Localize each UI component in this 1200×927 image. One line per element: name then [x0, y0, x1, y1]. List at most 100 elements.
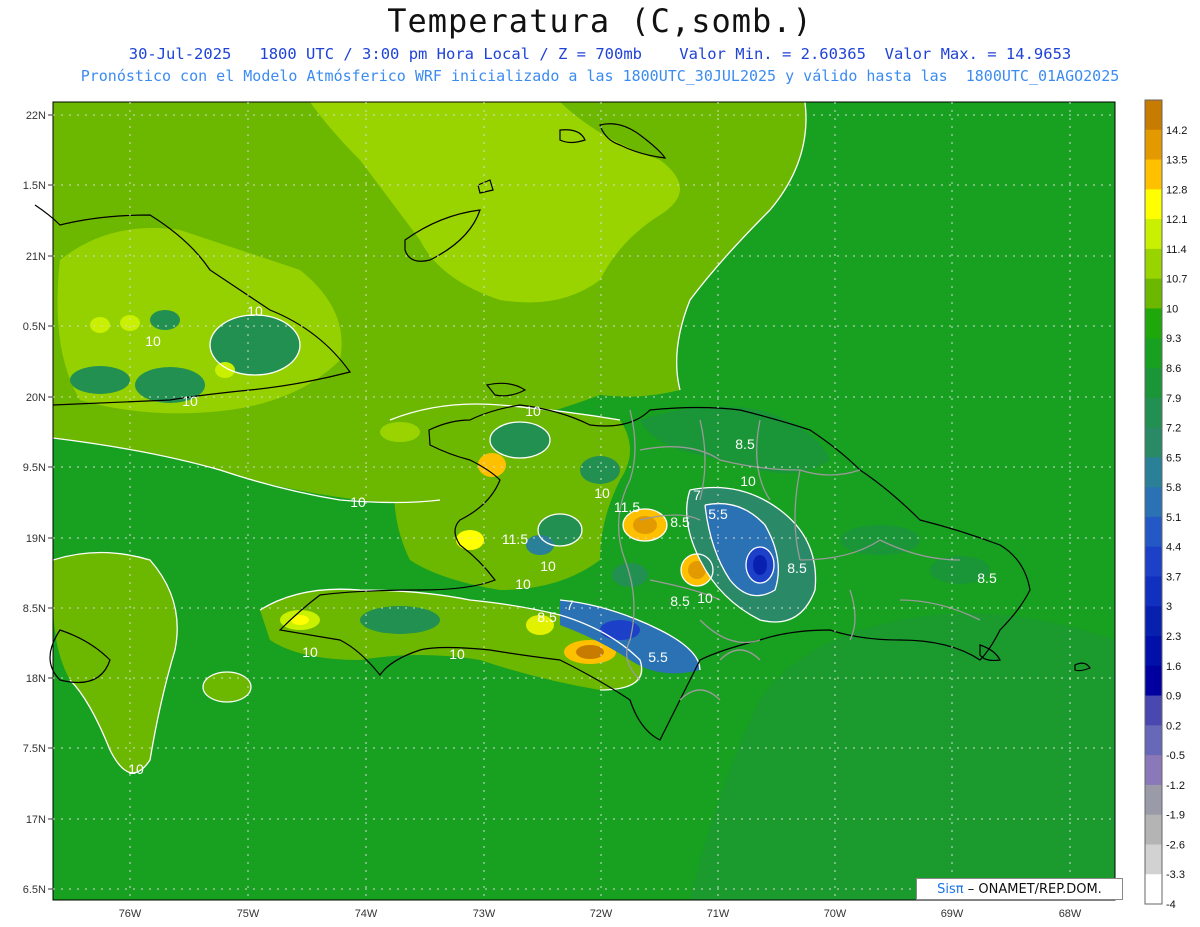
lat-label: 8.5N: [23, 603, 46, 615]
lat-label: 22N: [26, 110, 46, 122]
lat-label: 0.5N: [23, 321, 46, 333]
contour-label: 8.5: [787, 560, 807, 576]
colorbar-swatch: [1145, 665, 1162, 697]
colorbar-swatch: [1145, 338, 1162, 369]
colorbar-label: 14.2: [1166, 125, 1187, 137]
latitude-labels: 22N 1.5N 21N 0.5N 20N 9.5N 19N 8.5N 18N …: [23, 110, 46, 896]
lat-label: 6.5N: [23, 884, 46, 896]
colorbar-label: 0.9: [1166, 691, 1181, 703]
contour-label: 10: [525, 403, 541, 419]
colorbar-label: 11.4: [1166, 244, 1187, 256]
colorbar-swatch: [1145, 516, 1162, 548]
lon-label: 74W: [355, 908, 378, 920]
lon-label: 73W: [473, 908, 496, 920]
colorbar-swatch: [1145, 606, 1162, 637]
colorbar-swatch: [1145, 100, 1162, 131]
contour-label: 10: [128, 761, 144, 777]
colorbar-label: 8.6: [1166, 363, 1181, 375]
contour-label: 10: [594, 485, 610, 501]
lon-label: 68W: [1059, 908, 1082, 920]
colorbar-label: 7.9: [1166, 393, 1181, 405]
contour-label: 8.5: [537, 609, 557, 625]
colorbar-swatch: [1145, 368, 1162, 399]
colorbar-swatch: [1145, 487, 1162, 518]
contour-label: 10: [449, 646, 465, 662]
colorbar-label: 5.1: [1166, 512, 1181, 524]
colorbar-swatch: [1145, 189, 1162, 220]
colorbar-swatch: [1145, 695, 1162, 726]
contour-label: 10: [247, 303, 263, 319]
colorbar-label: 6.5: [1166, 452, 1181, 464]
colorbar-label: 1.6: [1166, 661, 1181, 673]
colorbar-label: -1.9: [1166, 810, 1185, 822]
colorbar-label: 4.4: [1166, 542, 1181, 554]
contour-label: 7: [693, 487, 701, 503]
shaded-field: [53, 102, 1115, 900]
colorbar-label: 3.7: [1166, 571, 1181, 583]
lat-label: 18N: [26, 673, 46, 685]
colorbar-label: 7.2: [1166, 423, 1181, 435]
lat-label: 17N: [26, 814, 46, 826]
colorbar-swatch: [1145, 636, 1162, 667]
contour-label: 10: [350, 494, 366, 510]
longitude-labels: 76W 75W 74W 73W 72W 71W 70W 69W 68W: [119, 908, 1082, 920]
lat-label: 1.5N: [23, 180, 46, 192]
colorbar-label: -2.6: [1166, 839, 1185, 851]
colorbar-swatch: [1145, 278, 1162, 309]
lon-label: 70W: [824, 908, 847, 920]
contour-label: 11.5: [614, 499, 640, 515]
lat-label: 20N: [26, 392, 46, 404]
colorbar-swatch: [1145, 248, 1162, 280]
contour-label: 8.5: [670, 514, 690, 530]
colorbar-label: -0.5: [1166, 750, 1185, 762]
lon-label: 76W: [119, 908, 142, 920]
contour-label: 5.5: [648, 649, 668, 665]
temperature-map: 22N 1.5N 21N 0.5N 20N 9.5N 19N 8.5N 18N …: [23, 99, 1187, 920]
credit-text: – ONAMET/REP.DOM.: [967, 882, 1102, 897]
colorbar-label: -1.2: [1166, 780, 1185, 792]
lon-label: 72W: [590, 908, 613, 920]
contour-label: 5.5: [708, 506, 728, 522]
colorbar-swatch: [1145, 546, 1162, 577]
colorbar-swatch: [1145, 874, 1162, 905]
colorbar-swatch: [1145, 397, 1162, 429]
lon-label: 75W: [237, 908, 260, 920]
contour-label: 10: [540, 558, 556, 574]
colorbar-swatch: [1145, 159, 1162, 190]
colorbar-swatch: [1145, 784, 1162, 816]
colorbar-label: 12.8: [1166, 184, 1187, 196]
contour-label: 10: [740, 473, 756, 489]
credit-sis: Sisπ: [937, 882, 964, 897]
colorbar-label: -3.3: [1166, 869, 1185, 881]
colorbar-label: 3: [1166, 601, 1172, 613]
colorbar-swatch: [1145, 129, 1162, 161]
lat-label: 9.5N: [23, 462, 46, 474]
colorbar-label: 13.5: [1166, 155, 1187, 167]
colorbar-label: 9.3: [1166, 333, 1181, 345]
contour-label: 10: [182, 393, 198, 409]
colorbar: [1144, 99, 1163, 905]
colorbar-swatch: [1145, 576, 1162, 607]
colorbar-label: 2.3: [1166, 631, 1181, 643]
lat-label: 7.5N: [23, 743, 46, 755]
colorbar-swatch: [1145, 219, 1162, 250]
colorbar-label: 10: [1166, 303, 1178, 315]
colorbar-swatch: [1145, 814, 1162, 845]
contour-label: 8.5: [735, 436, 755, 452]
contour-label: 8.5: [977, 570, 997, 586]
lat-label: 21N: [26, 251, 46, 263]
colorbar-swatch: [1145, 457, 1162, 488]
colorbar-swatch: [1145, 844, 1162, 875]
lat-label: 19N: [26, 533, 46, 545]
contour-label: 8.5: [670, 593, 690, 609]
contour-label: 10: [697, 590, 713, 606]
lon-label: 71W: [707, 908, 730, 920]
colorbar-swatch: [1145, 308, 1162, 339]
colorbar-label: 10.7: [1166, 274, 1187, 286]
colorbar-label: 12.1: [1166, 214, 1187, 226]
contour-label: 10: [145, 333, 161, 349]
contour-label: 10: [302, 644, 318, 660]
colorbar-labels: 14.2 13.5 12.8 12.1 11.4 10.7 10 9.3 8.6 7.9 7.2 6.…: [1166, 125, 1187, 911]
colorbar-swatch: [1145, 427, 1162, 458]
colorbar-swatch: [1145, 755, 1162, 786]
